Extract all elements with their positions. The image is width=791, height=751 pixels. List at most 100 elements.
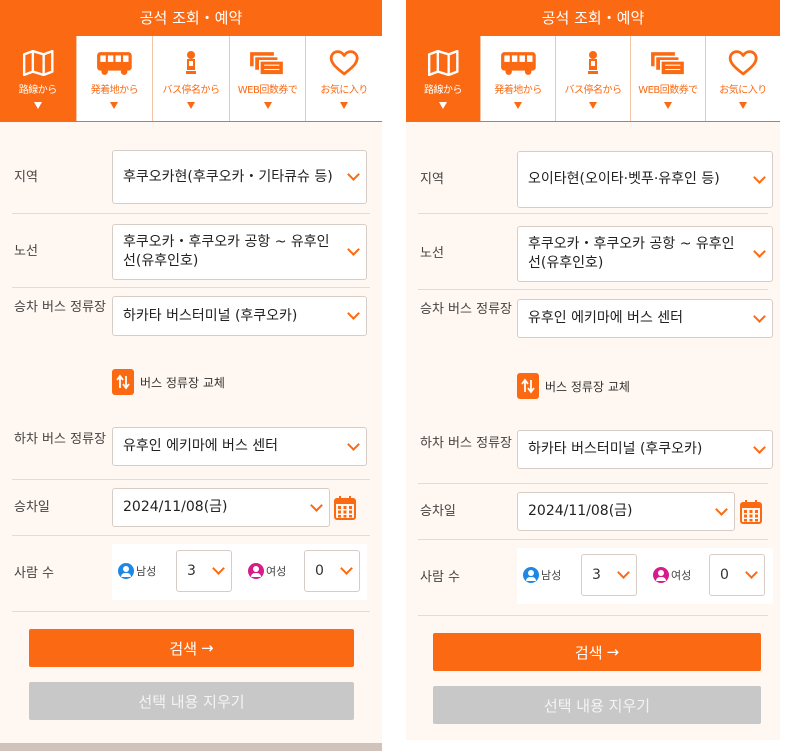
tab-arrow-icon: [110, 102, 119, 109]
route-value: 후쿠오카・후쿠오카 공항 ~ 유후인선(유후인호): [528, 236, 735, 271]
tab-web-ticket[interactable]: WEB回数券で: [229, 36, 307, 121]
chevron-down-icon: [715, 502, 728, 516]
chevron-down-icon: [617, 566, 630, 579]
boarding-stop-select[interactable]: 유후인 에키마에 버스 센터: [517, 299, 773, 338]
route-value: 후쿠오카・후쿠오카 공항 ~ 유후인선(유후인호): [123, 234, 330, 269]
tab-origin-label: 発着地から: [90, 85, 139, 96]
tab-stop-label: バス停名から: [162, 85, 220, 96]
chevron-down-icon: [347, 168, 360, 181]
tab-web-ticket-label: WEB回数券で: [638, 85, 698, 96]
chevron-down-icon: [310, 498, 323, 512]
male-label-group: 남성: [118, 563, 156, 579]
heart-icon: [706, 50, 780, 76]
tab-route-label: 路線から: [18, 85, 57, 96]
chevron-down-icon: [347, 437, 360, 451]
male-person-icon: [523, 567, 539, 583]
tab-route-label: 路線から: [424, 85, 463, 96]
male-count-select[interactable]: 3: [176, 550, 232, 592]
tab-origin-label: 発着地から: [494, 85, 542, 96]
people-row: 사람 수 남성 3 여성 0: [12, 536, 370, 612]
female-person-icon: [248, 563, 264, 579]
tab-favorites[interactable]: お気に入り: [306, 36, 382, 121]
female-count-value: 0: [720, 567, 729, 583]
boarding-stop-select[interactable]: 하카타 버스터미널 (후쿠오카): [112, 296, 367, 336]
swap-arrows-icon: [517, 373, 539, 399]
search-button[interactable]: 검색 →: [433, 633, 761, 671]
swap-stops-label: 버스 정류장 교체: [545, 379, 630, 394]
chevron-down-icon: [212, 562, 225, 575]
boarding-stop-value: 하카타 버스터미널 (후쿠오카): [123, 307, 298, 324]
female-count-select[interactable]: 0: [709, 554, 765, 596]
clear-selection-button[interactable]: 선택 내용 지우기: [29, 682, 354, 720]
boarding-stop-label: 승차 버스 정류장: [420, 302, 512, 317]
alighting-stop-select[interactable]: 하카타 버스터미널 (후쿠오카): [517, 430, 773, 469]
tab-favorites-label: お気に入り: [719, 85, 767, 96]
heart-icon: [306, 50, 382, 76]
tab-arrow-icon: [186, 102, 195, 109]
calendar-icon[interactable]: [740, 499, 762, 525]
bus-icon: [481, 50, 555, 76]
route-row: 노선 후쿠오카・후쿠오카 공항 ~ 유후인선(유후인호): [418, 214, 773, 290]
search-button-label: 검색: [169, 639, 198, 658]
chevron-down-icon: [340, 562, 353, 575]
female-label: 여성: [266, 565, 287, 578]
chevron-down-icon: [745, 566, 758, 579]
alighting-stop-select[interactable]: 유후인 에키마에 버스 센터: [112, 427, 367, 466]
route-select[interactable]: 후쿠오카・후쿠오카 공항 ~ 유후인선(유후인호): [112, 224, 367, 280]
map-icon: [0, 49, 76, 77]
male-count-value: 3: [187, 563, 196, 579]
date-select[interactable]: 2024/11/08(금): [517, 492, 735, 531]
search-panel-left: 공석 조회・예약 路線から 発着地から バス停名から WEB回数券で お気に入り…: [0, 0, 382, 751]
male-count-select[interactable]: 3: [581, 554, 637, 596]
ticket-icon: [230, 50, 306, 76]
tab-arrow-icon: [263, 102, 272, 109]
clear-selection-label: 선택 내용 지우기: [138, 692, 245, 711]
arrow-right-icon: →: [606, 643, 620, 661]
tab-arrow-icon: [514, 102, 522, 109]
tab-web-ticket[interactable]: WEB回数券で: [631, 36, 706, 121]
region-select[interactable]: 후쿠오카현(후쿠오카・기타큐슈 등): [112, 150, 367, 204]
date-label: 승차일: [420, 504, 456, 519]
female-count-select[interactable]: 0: [304, 550, 360, 592]
tab-favorites-label: お気に入り: [320, 85, 368, 96]
date-select[interactable]: 2024/11/08(금): [112, 488, 330, 527]
region-select[interactable]: 오이타현(오이타·벳푸·유후인 등): [517, 151, 773, 208]
alighting-stop-value: 하카타 버스터미널 (후쿠오카): [528, 441, 703, 457]
swap-stops-button[interactable]: 버스 정류장 교체: [517, 373, 630, 399]
alighting-stop-label: 하차 버스 정류장: [420, 436, 512, 451]
tab-arrow-icon: [664, 102, 672, 109]
tab-route[interactable]: 路線から: [406, 36, 481, 121]
bus-stop-icon: [556, 50, 630, 76]
boarding-stop-label: 승차 버스 정류장: [14, 300, 106, 315]
swap-stops-button[interactable]: 버스 정류장 교체: [112, 369, 225, 395]
alighting-stop-value: 유후인 에키마에 버스 센터: [123, 438, 279, 454]
chevron-down-icon: [753, 440, 766, 454]
search-button[interactable]: 검색 →: [29, 629, 354, 667]
tab-stop[interactable]: バス停名から: [556, 36, 631, 121]
route-label: 노선: [14, 244, 38, 259]
region-value: 후쿠오카현(후쿠오카・기타큐슈 등): [123, 168, 333, 185]
search-mode-tabs: 路線から 発着地から バス停名から WEB回数券で お気に入り: [0, 36, 382, 122]
tab-arrow-icon: [439, 102, 447, 109]
route-select[interactable]: 후쿠오카・후쿠오카 공항 ~ 유후인선(유후인호): [517, 226, 773, 282]
male-label: 남성: [541, 569, 562, 582]
region-row: 지역 오이타현(오이타·벳푸·유후인 등): [418, 140, 773, 214]
arrow-right-icon: →: [201, 639, 214, 657]
boarding-stop-row: 승차 버스 정류장 유후인 에키마에 버스 센터: [418, 290, 773, 348]
calendar-icon[interactable]: [334, 495, 356, 521]
tab-favorites[interactable]: お気に入り: [706, 36, 780, 121]
tab-web-ticket-label: WEB回数券で: [237, 85, 298, 96]
bus-stop-icon: [153, 50, 229, 76]
tab-arrow-icon: [33, 102, 42, 109]
clear-selection-button[interactable]: 선택 내용 지우기: [433, 686, 761, 724]
tab-stop[interactable]: バス停名から: [153, 36, 230, 121]
swap-arrows-icon: [112, 369, 134, 395]
map-icon: [406, 49, 480, 77]
tab-origin[interactable]: 発着地から: [481, 36, 556, 121]
region-row: 지역 후쿠오카현(후쿠오카・기타큐슈 등): [12, 140, 370, 214]
alighting-stop-row: 하차 버스 정류장 하카타 버스터미널 (후쿠오카): [418, 420, 773, 484]
region-value: 오이타현(오이타·벳푸·유후인 등): [528, 171, 720, 187]
chevron-down-icon: [347, 243, 360, 256]
tab-route[interactable]: 路線から: [0, 36, 77, 121]
tab-origin[interactable]: 発着地から: [76, 36, 154, 121]
